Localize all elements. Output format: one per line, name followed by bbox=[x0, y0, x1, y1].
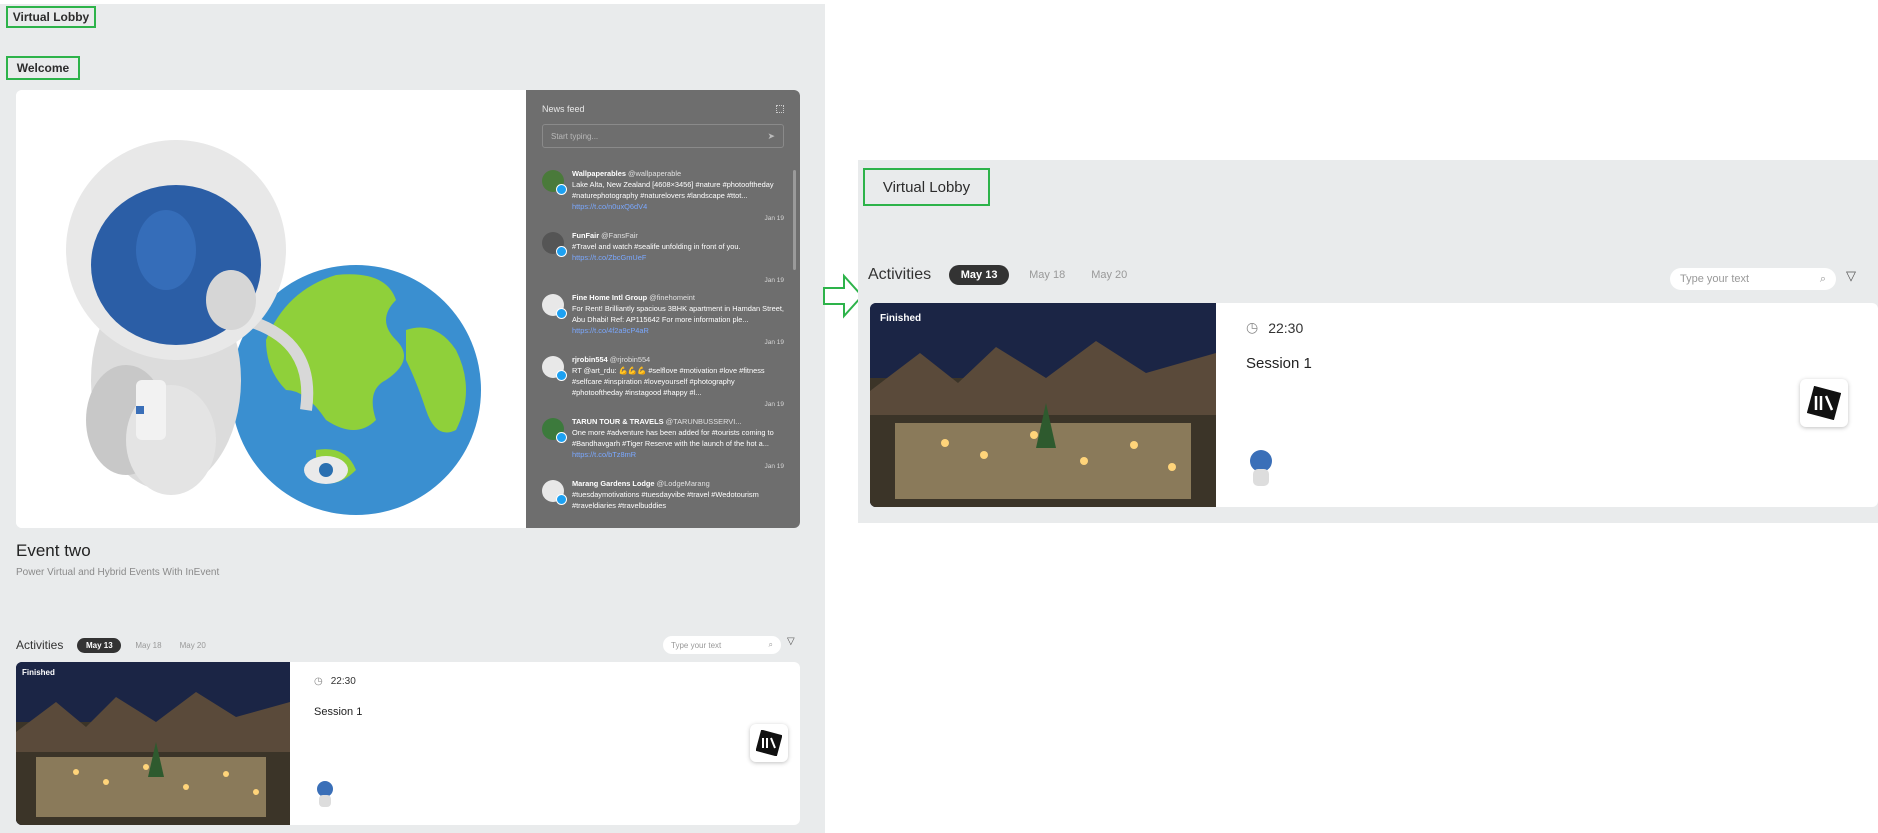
hero-section: News feed Start typing... ➤ Wallpaperabl… bbox=[16, 90, 800, 528]
session-title-zoomed: Session 1 bbox=[1246, 355, 1312, 372]
activities-search-input[interactable]: Type your text ⌕ bbox=[663, 636, 781, 654]
event-title: Event two bbox=[16, 541, 91, 560]
send-icon[interactable]: ➤ bbox=[767, 131, 775, 142]
clock-icon-zoomed: ◷ bbox=[1246, 319, 1259, 335]
right-panel: Virtual Lobby Activities May 13 May 18 M… bbox=[858, 160, 1878, 523]
date-tab-may13[interactable]: May 13 bbox=[77, 637, 122, 653]
news-feed-panel: News feed Start typing... ➤ Wallpaperabl… bbox=[526, 90, 800, 528]
speaker-avatar-zoomed[interactable] bbox=[1246, 449, 1276, 487]
session-photo-zoomed: Finished bbox=[870, 303, 1216, 507]
filter-icon-zoomed[interactable]: ▽ bbox=[1846, 268, 1856, 284]
session-title: Session 1 bbox=[314, 706, 363, 718]
filter-icon[interactable]: ▽ bbox=[787, 636, 795, 647]
tweet-link[interactable]: https://t.co/4f2a9cP4aR bbox=[572, 326, 649, 335]
tweet-name: rjrobin554 bbox=[572, 355, 608, 364]
search-placeholder: Type your text bbox=[671, 640, 722, 650]
virtual-lobby-label-zoomed: Virtual Lobby bbox=[863, 168, 990, 206]
astronaut-globe-illustration bbox=[16, 90, 526, 528]
tweet-date: Jan 19 bbox=[764, 339, 784, 346]
status-badge: Finished bbox=[22, 668, 55, 677]
search-icon[interactable]: ⌕ bbox=[769, 640, 773, 650]
avatar bbox=[542, 294, 567, 319]
tweet-link[interactable]: https://t.co/bTz8mR bbox=[572, 450, 636, 459]
session-photo: Finished bbox=[16, 662, 290, 825]
session-time: ◷ 22:30 bbox=[314, 676, 356, 687]
tweet-name: Fine Home Intl Group bbox=[572, 293, 648, 302]
welcome-label: Welcome bbox=[6, 56, 80, 80]
tweet-item[interactable]: Marang Gardens Lodge @LodgeMarang #tuesd… bbox=[542, 478, 784, 528]
avatar bbox=[542, 170, 567, 195]
expand-icon[interactable] bbox=[776, 105, 784, 113]
date-tab-may13-zoomed[interactable]: May 13 bbox=[949, 265, 1010, 285]
session-card[interactable]: Finished ◷ 22:30 Session 1 bbox=[16, 662, 800, 825]
tweet-text: #tuesdaymotivations #tuesdayvibe #travel… bbox=[572, 490, 759, 510]
virtual-lobby-label: Virtual Lobby bbox=[6, 6, 96, 28]
activities-header-zoomed: Activities May 13 May 18 May 20 bbox=[868, 264, 1127, 286]
inevent-logo-icon-zoomed bbox=[1800, 379, 1848, 427]
avatar bbox=[542, 480, 567, 505]
event-subtitle: Power Virtual and Hybrid Events With InE… bbox=[16, 567, 220, 578]
tweet-item[interactable]: Fine Home Intl Group @finehomeint For Re… bbox=[542, 292, 784, 346]
feed-scrollbar[interactable] bbox=[793, 170, 796, 270]
tweet-date: Jan 19 bbox=[764, 401, 784, 408]
activities-label-zoomed: Activities bbox=[868, 266, 932, 283]
tweet-handle: @rjrobin554 bbox=[609, 355, 651, 364]
activities-label: Activities bbox=[16, 638, 64, 652]
clock-icon: ◷ bbox=[314, 676, 323, 687]
tweet-item[interactable]: Wallpaperables @wallpaperable Lake Alta,… bbox=[542, 168, 784, 222]
news-feed-title: News feed bbox=[542, 104, 585, 114]
news-feed-input-placeholder: Start typing... bbox=[551, 131, 599, 141]
session-time-zoomed: ◷ 22:30 bbox=[1246, 319, 1303, 336]
tweet-handle: @TARUNBUSSERVI... bbox=[665, 417, 742, 426]
tweet-text: #Travel and watch #sealife unfolding in … bbox=[572, 242, 741, 251]
tweet-handle: @FansFair bbox=[601, 231, 638, 240]
tweet-link[interactable]: https://t.co/ZbcGmUeF bbox=[572, 253, 646, 262]
tweet-list: Wallpaperables @wallpaperable Lake Alta,… bbox=[542, 168, 784, 528]
tweet-handle: @wallpaperable bbox=[628, 169, 682, 178]
activities-header: Activities May 13 May 18 May 20 bbox=[16, 636, 206, 654]
tweet-item[interactable]: TARUN TOUR & TRAVELS @TARUNBUSSERVI... O… bbox=[542, 416, 784, 470]
news-feed-input[interactable]: Start typing... ➤ bbox=[542, 124, 784, 148]
tweet-name: Marang Gardens Lodge bbox=[572, 479, 655, 488]
search-placeholder-zoomed: Type your text bbox=[1680, 273, 1750, 285]
session-time-value-zoomed: 22:30 bbox=[1268, 319, 1304, 336]
date-tab-may20[interactable]: May 20 bbox=[180, 641, 206, 650]
left-panel: Virtual Lobby Welcome News feed Start ty… bbox=[0, 4, 825, 833]
tweet-text: One more #adventure has been added for #… bbox=[572, 428, 774, 448]
avatar bbox=[542, 356, 567, 381]
date-tab-may18[interactable]: May 18 bbox=[135, 641, 161, 650]
tweet-item[interactable]: rjrobin554 @rjrobin554 RT @art_rdu: 💪💪💪 … bbox=[542, 354, 784, 408]
tweet-text: Lake Alta, New Zealand [4608×3456] #natu… bbox=[572, 180, 774, 200]
tweet-handle: @finehomeint bbox=[649, 293, 695, 302]
tweet-handle: @LodgeMarang bbox=[656, 479, 710, 488]
tweet-item[interactable]: FunFair @FansFair #Travel and watch #sea… bbox=[542, 230, 784, 284]
avatar bbox=[542, 232, 567, 257]
tweet-name: Wallpaperables bbox=[572, 169, 626, 178]
tweet-name: TARUN TOUR & TRAVELS bbox=[572, 417, 664, 426]
session-card-zoomed[interactable]: Finished ◷ 22:30 Session 1 bbox=[870, 303, 1878, 507]
speaker-avatar[interactable] bbox=[314, 780, 336, 808]
date-tab-may20-zoomed[interactable]: May 20 bbox=[1091, 269, 1127, 281]
tweet-link[interactable]: https://t.co/n0uxQ6dV4 bbox=[572, 202, 647, 211]
tweet-name: FunFair bbox=[572, 231, 600, 240]
avatar bbox=[542, 418, 567, 443]
session-time-value: 22:30 bbox=[330, 676, 356, 687]
tweet-date: Jan 19 bbox=[764, 277, 784, 284]
inevent-logo-icon bbox=[750, 724, 788, 762]
tweet-date: Jan 19 bbox=[764, 215, 784, 222]
activities-search-input-zoomed[interactable]: Type your text ⌕ bbox=[1670, 268, 1836, 290]
tweet-text: RT @art_rdu: 💪💪💪 #selflove #motivation #… bbox=[572, 366, 765, 397]
search-icon-zoomed[interactable]: ⌕ bbox=[1820, 273, 1826, 286]
date-tab-may18-zoomed[interactable]: May 18 bbox=[1029, 269, 1065, 281]
tweet-date: Jan 19 bbox=[764, 463, 784, 470]
status-badge-zoomed: Finished bbox=[880, 313, 922, 324]
tweet-text: For Rent! Brilliantly spacious 3BHK apar… bbox=[572, 304, 784, 324]
